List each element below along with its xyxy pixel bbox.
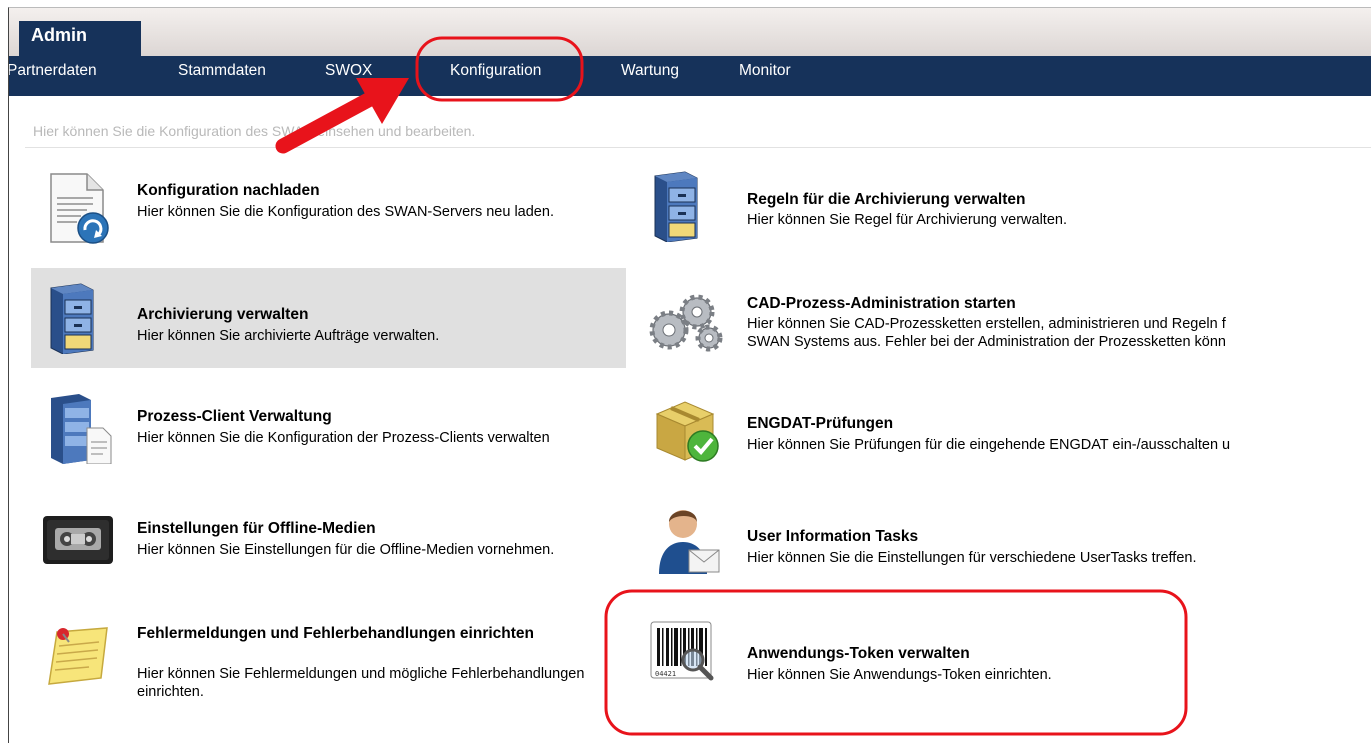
item-title: Anwendungs-Token verwalten	[747, 645, 970, 662]
config-item-regeln-archivierung[interactable]: Regeln für die Archivierung verwalten Hi…	[639, 158, 1371, 258]
config-item-engdat-pruefungen[interactable]: ENGDAT-Prüfungen Hier können Sie Prüfung…	[639, 378, 1371, 478]
item-title: Einstellungen für Offline-Medien	[137, 520, 376, 537]
item-title: Prozess-Client Verwaltung	[137, 408, 332, 425]
item-description: Hier können Sie Anwendungs-Token einrich…	[747, 667, 1052, 683]
divider	[25, 147, 1371, 148]
item-title: User Information Tasks	[747, 528, 919, 545]
nav-item-monitor[interactable]: Monitor	[739, 56, 791, 96]
page-hint: Hier können Sie die Konfiguration des SW…	[33, 123, 476, 139]
package-check-icon	[651, 396, 723, 471]
admin-window: Admin Partnerdaten Stammdaten SWOX Konfi…	[8, 7, 1371, 743]
item-description: Hier können Sie Einstellungen für die Of…	[137, 542, 555, 558]
nav-item-partnerdaten[interactable]: Partnerdaten	[9, 56, 97, 96]
config-item-offline-medien[interactable]: Einstellungen für Offline-Medien Hier kö…	[31, 488, 626, 588]
item-title: Konfiguration nachladen	[137, 182, 320, 199]
document-reload-icon	[47, 170, 111, 251]
item-description: Hier können Sie archivierte Aufträge ver…	[137, 328, 440, 344]
item-description: Hier können Sie Regel für Archivierung v…	[747, 212, 1067, 228]
config-item-cad-prozess[interactable]: CAD-Prozess-Administration starten Hier …	[639, 268, 1371, 368]
item-title: CAD-Prozess-Administration starten	[747, 295, 1016, 312]
item-title: ENGDAT-Prüfungen	[747, 415, 894, 432]
archive-cabinet-icon	[47, 282, 97, 359]
main-navigation: Partnerdaten Stammdaten SWOX Konfigurati…	[9, 56, 1371, 96]
item-description: Hier können Sie Prüfungen für die eingeh…	[747, 437, 1231, 453]
item-description: Hier können Sie die Konfiguration der Pr…	[137, 430, 550, 446]
config-item-prozess-client-verwaltung[interactable]: Prozess-Client Verwaltung Hier können Si…	[31, 378, 626, 478]
item-description-line2: SWAN Systems aus. Fehler bei der Adminis…	[747, 334, 1226, 350]
item-description: Hier können Sie Fehlermeldungen und mögl…	[137, 666, 585, 700]
barcode-number: 04421	[655, 670, 676, 678]
item-title: Archivierung verwalten	[137, 306, 309, 323]
config-item-archivierung-verwalten[interactable]: Archivierung verwalten Hier können Sie a…	[31, 268, 626, 368]
nav-item-wartung[interactable]: Wartung	[621, 56, 679, 96]
item-title: Fehlermeldungen und Fehlerbehandlungen e…	[137, 625, 535, 642]
server-document-icon	[47, 392, 113, 469]
config-item-fehlermeldungen[interactable]: Fehlermeldungen und Fehlerbehandlungen e…	[31, 608, 626, 718]
nav-item-swox[interactable]: SWOX	[325, 56, 372, 96]
gears-icon	[647, 286, 723, 357]
nav-item-stammdaten[interactable]: Stammdaten	[178, 56, 266, 96]
tape-cassette-icon	[41, 512, 115, 573]
archive-cabinet-icon	[651, 170, 701, 247]
tab-bar: Admin	[9, 8, 1371, 56]
item-description: Hier können Sie die Einstellungen für ve…	[747, 550, 1197, 566]
user-mail-icon	[651, 498, 723, 583]
item-title: Regeln für die Archivierung verwalten	[747, 191, 1026, 208]
tab-admin[interactable]: Admin	[19, 21, 141, 56]
barcode-search-icon: 04421	[649, 620, 715, 689]
sticky-note-icon	[43, 622, 111, 693]
config-item-anwendungs-token[interactable]: 04421 Anwendungs-Token verwalten Hier kö…	[639, 608, 1371, 718]
config-item-user-information-tasks[interactable]: User Information Tasks Hier können Sie d…	[639, 488, 1371, 588]
nav-item-konfiguration[interactable]: Konfiguration	[450, 56, 541, 96]
config-item-konfiguration-nachladen[interactable]: Konfiguration nachladen Hier können Sie …	[31, 158, 626, 258]
item-description: Hier können Sie die Konfiguration des SW…	[137, 204, 554, 220]
item-description: Hier können Sie CAD-Prozessketten erstel…	[747, 316, 1226, 332]
